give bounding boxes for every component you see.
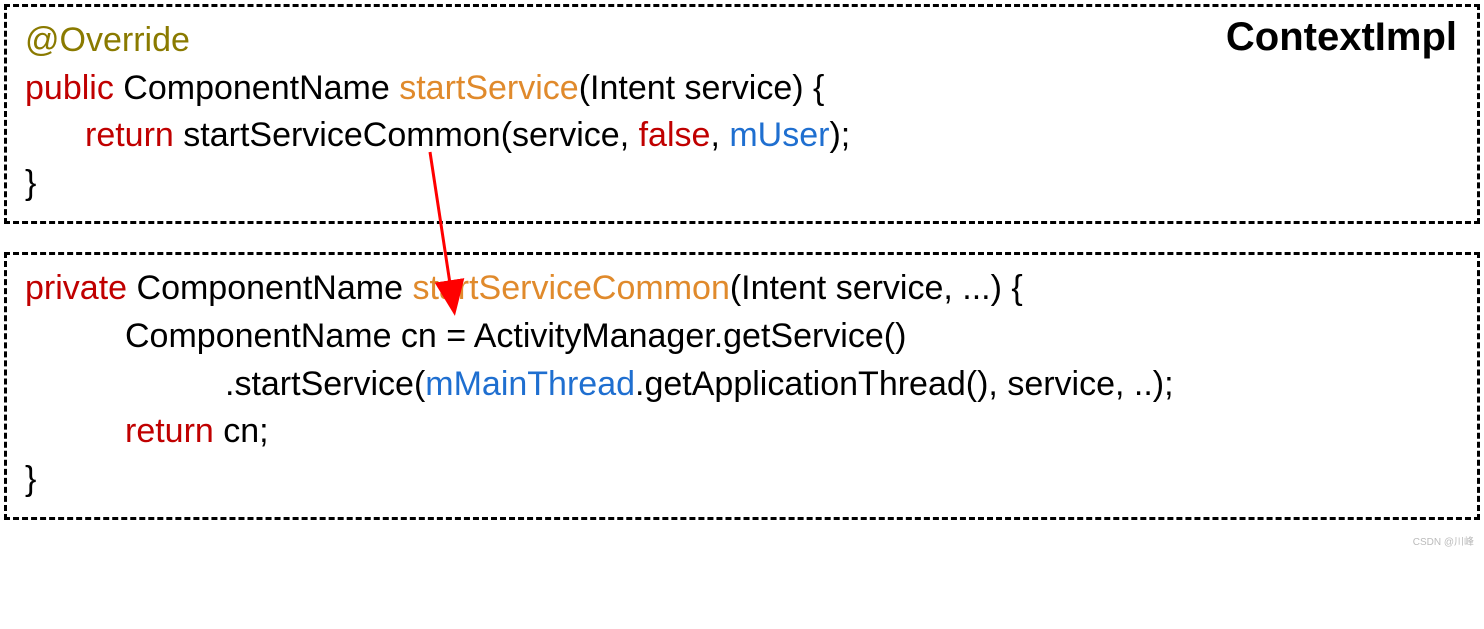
code-line: private ComponentName startServiceCommon… bbox=[25, 265, 1459, 313]
brace-token: } bbox=[25, 164, 36, 202]
code-line: } bbox=[25, 456, 1459, 504]
class-label: ContextImpl bbox=[1226, 15, 1457, 60]
keyword-token: return bbox=[85, 116, 174, 154]
pre-token: .startService( bbox=[225, 365, 425, 403]
keyword-token: return bbox=[125, 412, 214, 450]
var-token: cn; bbox=[214, 412, 269, 450]
code-line: .startService(mMainThread.getApplication… bbox=[25, 361, 1459, 409]
call-token: startServiceCommon(service, bbox=[174, 116, 639, 154]
watermark: CSDN @川峰 bbox=[1413, 533, 1474, 548]
code-line: ComponentName cn = ActivityManager.getSe… bbox=[25, 313, 1459, 361]
keyword-token: private bbox=[25, 269, 127, 307]
code-line: return cn; bbox=[25, 408, 1459, 456]
end-token: ); bbox=[829, 116, 850, 154]
code-block-startservice: ContextImpl @Override public ComponentNa… bbox=[4, 4, 1480, 224]
post-token: .getApplicationThread(), service, ..); bbox=[635, 365, 1174, 403]
method-token: startService bbox=[399, 69, 579, 107]
brace-token: } bbox=[25, 460, 36, 498]
params-token: (Intent service) { bbox=[579, 69, 825, 107]
code-block-startservicecommon: private ComponentName startServiceCommon… bbox=[4, 252, 1480, 520]
field-token: mMainThread bbox=[425, 365, 635, 403]
type-token: ComponentName bbox=[127, 269, 412, 307]
keyword-token: public bbox=[25, 69, 114, 107]
keyword-token: false bbox=[639, 116, 711, 154]
comma-token: , bbox=[710, 116, 729, 154]
type-token: ComponentName bbox=[114, 69, 399, 107]
code-line: } bbox=[25, 160, 1459, 208]
code-line: return startServiceCommon(service, false… bbox=[25, 112, 1459, 160]
annotation-token: @Override bbox=[25, 21, 190, 59]
code-line: public ComponentName startService(Intent… bbox=[25, 65, 1459, 113]
params-token: (Intent service, ...) { bbox=[730, 269, 1023, 307]
text-token: ComponentName cn = ActivityManager.getSe… bbox=[125, 317, 906, 355]
method-token: startServiceCommon bbox=[412, 269, 729, 307]
field-token: mUser bbox=[729, 116, 829, 154]
